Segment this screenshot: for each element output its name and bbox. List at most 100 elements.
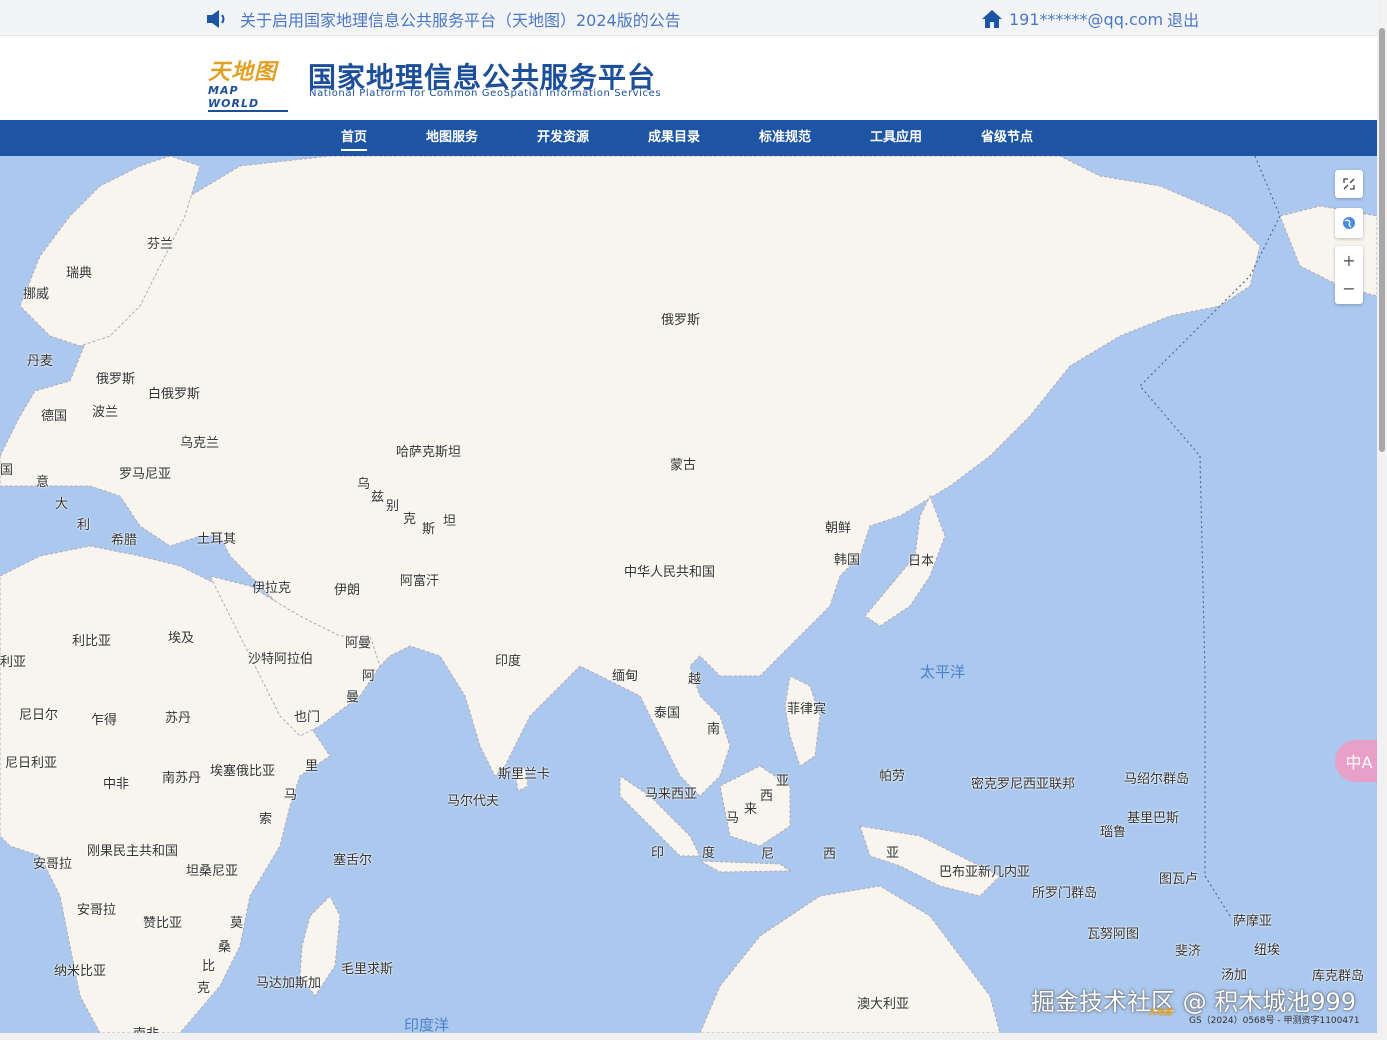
map-label: 比: [202, 959, 216, 974]
map-label: 赞比亚: [143, 916, 183, 931]
fullscreen-button[interactable]: [1335, 170, 1363, 198]
globe-view-button[interactable]: [1335, 208, 1363, 238]
map-label: 挪威: [23, 287, 50, 302]
announcement-link[interactable]: 关于启用国家地理信息公共服务平台（天地图）2024版的公告: [206, 7, 681, 31]
map-label: 马: [284, 788, 298, 803]
nav-tools[interactable]: 工具应用: [870, 120, 922, 156]
ocean-label: 印度洋: [404, 1016, 450, 1033]
map-label: 伊朗: [334, 583, 361, 598]
notice-bar: 关于启用国家地理信息公共服务平台（天地图）2024版的公告 191******@…: [0, 0, 1377, 36]
nav-map-services[interactable]: 地图服务: [426, 120, 478, 156]
fullscreen-icon: [1343, 178, 1355, 190]
map-label: 别: [386, 499, 400, 514]
map-label: 印: [651, 846, 665, 861]
map-label: 瑞典: [66, 266, 93, 281]
map-label: 莫: [230, 916, 244, 931]
scrollbar-thumb[interactable]: [1379, 28, 1385, 452]
map-label: 芬兰: [147, 237, 174, 252]
home-icon[interactable]: [981, 9, 1003, 29]
logo-en: MAP WORLD: [208, 84, 288, 112]
map-label: 伊拉克: [252, 581, 292, 596]
map-label: 沙特阿拉伯: [248, 652, 314, 667]
map-label: 国: [0, 463, 14, 478]
map-label: 图瓦卢: [1159, 872, 1199, 887]
map-label: 越: [688, 672, 702, 687]
map-label: 韩国: [834, 553, 861, 568]
map-label: 桑: [218, 940, 232, 955]
map-label: 俄罗斯: [96, 372, 136, 387]
zoom-out-button[interactable]: −: [1342, 275, 1355, 304]
map-label: 阿: [362, 669, 376, 684]
map-label: 乌: [357, 477, 371, 492]
map-label: 尼日尔: [19, 708, 59, 723]
map-label: 日本: [908, 554, 935, 569]
map-label: 坦: [443, 514, 457, 529]
map-label: 埃塞俄比亚: [210, 764, 276, 779]
map-label: 大: [55, 497, 69, 512]
map-label: 西: [760, 789, 774, 804]
map-label: 斯: [422, 522, 436, 537]
nav-catalog[interactable]: 成果目录: [648, 120, 700, 156]
map-label: 所罗门群岛: [1032, 886, 1098, 901]
map-label: 尼: [761, 847, 775, 862]
announcement-text: 关于启用国家地理信息公共服务平台（天地图）2024版的公告: [240, 11, 681, 30]
map-label: 里: [305, 759, 319, 774]
map-label: 克: [197, 981, 211, 996]
map-label: 帕劳: [879, 769, 906, 784]
map-label: 乌克兰: [180, 436, 220, 451]
tianditu-logo[interactable]: 天地图 MAP WORLD: [206, 54, 288, 112]
nav-standards[interactable]: 标准规范: [759, 120, 811, 156]
map-label: 丹麦: [27, 354, 54, 369]
map-label: 利: [77, 518, 91, 533]
translate-button[interactable]: 中A: [1335, 740, 1377, 782]
nav-provincial-nodes[interactable]: 省级节点: [981, 120, 1033, 156]
zoom-in-button[interactable]: +: [1342, 246, 1355, 275]
map-label: 基里巴斯: [1127, 811, 1180, 826]
bottom-strip: [0, 1033, 1387, 1040]
map-label: 兹: [371, 490, 385, 505]
map-label: 安哥拉: [77, 903, 117, 918]
map-label: 安哥拉: [33, 857, 73, 872]
map-label: 乍得: [91, 713, 118, 728]
map-label: 印度: [495, 654, 522, 669]
user-email[interactable]: 191******@qq.com: [1009, 10, 1163, 29]
map-label: 来: [744, 802, 758, 817]
map-label: 德国: [41, 409, 68, 424]
map-label: 俄罗斯: [661, 313, 701, 328]
site-header: 天地图 MAP WORLD 国家地理信息公共服务平台 National Plat…: [0, 36, 1377, 120]
map-label: 南苏丹: [162, 771, 202, 786]
nav-dev-resources[interactable]: 开发资源: [537, 120, 589, 156]
nav-home[interactable]: 首页: [341, 120, 368, 156]
map-label: 马来西亚: [645, 787, 698, 802]
map-label: 意: [36, 475, 50, 490]
speaker-icon: [207, 10, 225, 28]
map-label: 利比亚: [72, 634, 112, 649]
globe-icon: [1343, 217, 1355, 229]
map-label: 白俄罗斯: [148, 387, 201, 402]
map-label: 克: [403, 512, 417, 527]
map-label: 南非: [133, 1023, 159, 1033]
logo-cn: 天地图: [208, 59, 278, 85]
map-label: 中华人民共和国: [624, 565, 716, 580]
map-label: 汤加: [1221, 968, 1248, 983]
map-label: 朝鲜: [825, 521, 852, 536]
zoom-control: + −: [1335, 246, 1363, 304]
map-label: 密克罗尼西亚联邦: [971, 777, 1076, 792]
map-label: 蒙古: [670, 458, 697, 473]
map-label: 马绍尔群岛: [1124, 772, 1190, 787]
logout-link[interactable]: 退出: [1167, 7, 1199, 31]
map-label: 利亚: [0, 655, 27, 670]
map-label: 毛里求斯: [341, 962, 394, 977]
user-area: 191******@qq.com 退出: [981, 7, 1199, 31]
map-label: 曼: [346, 690, 360, 705]
map-label: 希腊: [111, 533, 138, 548]
world-map[interactable]: 芬兰 瑞典 挪威 丹麦 俄罗斯 白俄罗斯 德国 波兰 乌克兰 罗马尼亚 意 大 …: [0, 156, 1377, 1033]
map-label: 南: [707, 722, 721, 737]
map-label: 澳大利亚: [857, 997, 910, 1012]
map-label: 波兰: [92, 405, 119, 420]
site-subtitle: National Platform for Common GeoSpatial …: [309, 88, 662, 99]
map-label: 土耳其: [197, 532, 237, 547]
map-label: 缅甸: [612, 669, 639, 684]
map-label: 度: [702, 846, 716, 861]
map-label: 马达加斯加: [256, 976, 322, 991]
